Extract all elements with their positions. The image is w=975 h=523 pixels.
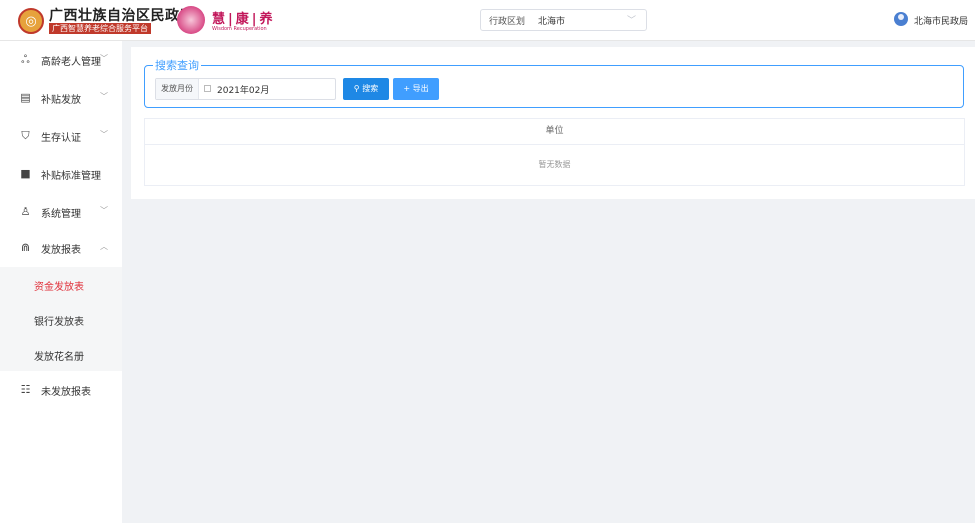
submenu-item-roster[interactable]: 发放花名册: [0, 337, 122, 371]
table-header-unit: 单位: [145, 119, 964, 145]
brand-name: 慧|康|养: [212, 12, 276, 27]
chevron-down-icon: ﹀: [100, 206, 108, 215]
plus-icon: +: [403, 84, 413, 93]
data-table: 单位 暂无数据: [144, 118, 965, 186]
sidebar-item-label: 补贴标准管理: [41, 171, 101, 182]
chart-icon: ⋒: [20, 241, 31, 254]
submenu-item-label: 银行发放表: [34, 317, 84, 328]
sidebar-item-label: 未发放报表: [41, 387, 91, 398]
region-select[interactable]: 行政区划 北海市 ﹀: [480, 9, 647, 31]
sidebar-item-subsidy-standard[interactable]: ■ 补贴标准管理: [0, 155, 122, 193]
shield-icon: ⛉: [21, 129, 30, 142]
export-button-label: 导出: [412, 84, 429, 93]
submenu-item-fund-payment[interactable]: 资金发放表: [0, 267, 122, 301]
chevron-down-icon: ﹀: [100, 130, 108, 139]
region-label: 行政区划: [489, 17, 526, 27]
org-subtitle: 广西智慧养老综合服务平台: [49, 23, 151, 34]
user-name[interactable]: 北海市民政局: [914, 14, 968, 27]
search-icon: ⚲: [353, 84, 363, 93]
sidebar-item-label: 生存认证: [41, 133, 81, 144]
sidebar-item-subsidy-payment[interactable]: ▤ 补贴发放 ﹀: [0, 79, 122, 117]
sidebar-item-payment-report[interactable]: ⋒ 发放报表 ︿: [0, 229, 122, 267]
export-button[interactable]: + 导出: [393, 78, 439, 100]
search-button-label: 搜索: [362, 84, 379, 93]
chevron-up-icon: ︿: [100, 242, 108, 251]
sidebar-item-unpaid-report[interactable]: ☷ 未发放报表: [0, 371, 122, 409]
brand-logo-icon: [177, 6, 205, 34]
submenu-payment-report: 资金发放表 银行发放表 发放花名册: [0, 267, 122, 371]
sidebar-item-label: 发放报表: [41, 245, 81, 256]
submenu-item-bank-payment[interactable]: 银行发放表: [0, 302, 122, 336]
document-icon: ▤: [20, 91, 31, 104]
sidebar-item-elderly-management[interactable]: ஃ 高龄老人管理 ﹀: [0, 41, 122, 79]
calendar-icon: [204, 85, 211, 92]
org-title: 广西壮族自治区民政厅: [49, 8, 194, 24]
sidebar-item-label: 高龄老人管理: [41, 57, 101, 68]
brand-english-name: Wisdom Recuperation: [212, 26, 267, 32]
month-picker[interactable]: 发放月份 2021年02月: [155, 78, 336, 100]
submenu-item-label: 发放花名册: [34, 352, 84, 363]
table-icon: ☷: [20, 383, 31, 396]
search-button[interactable]: ⚲ 搜索: [343, 78, 389, 100]
book-icon: ■: [20, 167, 31, 180]
top-header: ◎ 广西壮族自治区民政厅 广西智慧养老综合服务平台 慧|康|养 Wisdom R…: [0, 0, 975, 41]
table-empty-text: 暂无数据: [538, 160, 571, 169]
month-value: 2021年02月: [217, 86, 270, 96]
emblem-icon: ◎: [18, 8, 44, 34]
users-icon: ♙: [20, 205, 31, 218]
search-legend: 搜索查询: [153, 57, 201, 73]
sidebar-item-system-management[interactable]: ♙ 系统管理 ﹀: [0, 193, 122, 231]
chevron-down-icon: ﹀: [100, 54, 108, 63]
sidebar-item-label: 系统管理: [41, 209, 81, 220]
sidebar: ஃ 高龄老人管理 ﹀ ▤ 补贴发放 ﹀ ⛉ 生存认证 ﹀ ■ 补贴标准管理 ♙ …: [0, 41, 122, 523]
submenu-item-label: 资金发放表: [34, 282, 84, 293]
sidebar-item-survival-auth[interactable]: ⛉ 生存认证 ﹀: [0, 117, 122, 155]
main-panel: 搜索查询 发放月份 2021年02月 ⚲ 搜索 + 导出 单位 暂无数据: [131, 47, 975, 199]
user-avatar-icon[interactable]: [894, 12, 908, 26]
region-value: 北海市: [538, 17, 566, 27]
group-icon: ஃ: [21, 53, 30, 66]
sidebar-item-label: 补贴发放: [41, 95, 81, 106]
chevron-down-icon: ﹀: [100, 92, 108, 101]
month-label: 发放月份: [156, 79, 199, 99]
chevron-down-icon: ﹀: [626, 16, 636, 26]
